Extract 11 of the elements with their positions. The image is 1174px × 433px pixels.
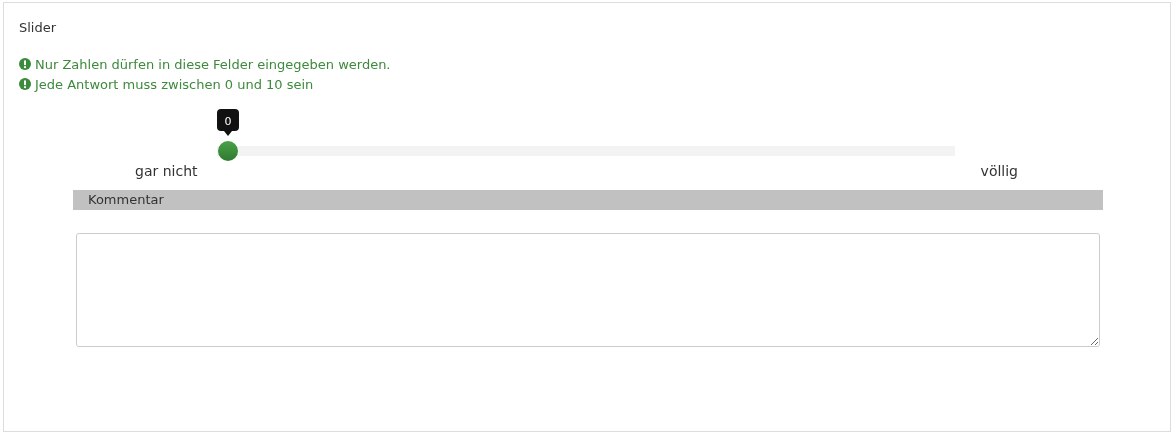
comment-field[interactable] xyxy=(76,233,1100,347)
slider-thumb[interactable] xyxy=(218,141,238,161)
exclamation-icon xyxy=(19,58,31,70)
comment-header: Kommentar xyxy=(73,190,1103,210)
max-label: völlig xyxy=(980,163,1018,181)
question-title: Slider xyxy=(19,20,58,36)
validation-message: Jede Antwort muss zwischen 0 und 10 sein xyxy=(35,76,314,92)
exclamation-icon xyxy=(19,78,31,90)
validation-message: Nur Zahlen dürfen in diese Felder eingegeben werden. xyxy=(35,56,391,72)
value-tooltip: 0 xyxy=(217,109,239,136)
min-label: gar nicht xyxy=(135,163,198,181)
